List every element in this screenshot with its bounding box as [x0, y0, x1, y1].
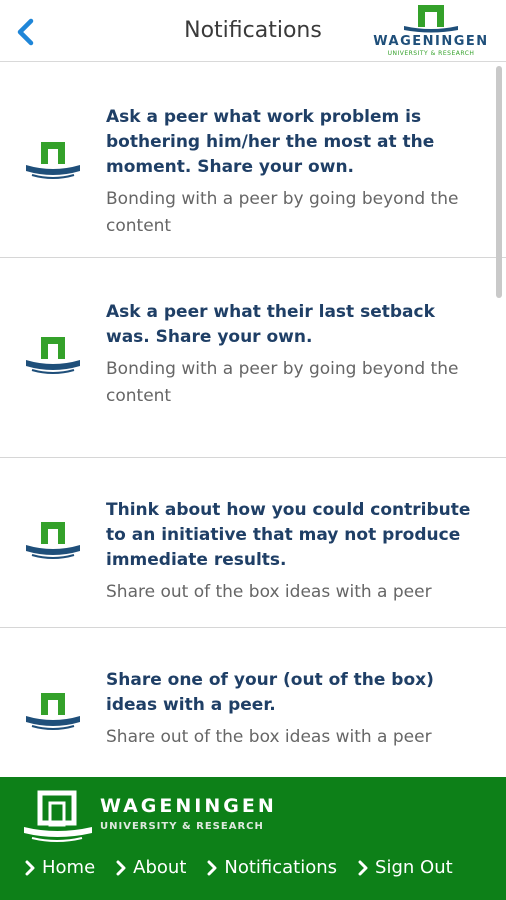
nav-home-label: Home: [42, 857, 96, 878]
nav-sign-out-label: Sign Out: [375, 857, 453, 878]
nav-sign-out-link[interactable]: Sign Out: [357, 857, 453, 878]
nav-notifications-label: Notifications: [224, 857, 338, 878]
notification-subtitle: Bonding with a peer by going beyond the …: [106, 359, 459, 406]
footer-logo-word: WAGENINGEN: [100, 795, 277, 817]
notification-item[interactable]: Think about how you could contribute to …: [0, 458, 506, 628]
notification-title: Ask a peer what their last setback was. …: [106, 302, 435, 347]
nav-about-label: About: [133, 857, 187, 878]
notification-item[interactable]: Share one of your (out of the box) ideas…: [0, 628, 506, 777]
notification-subtitle: Bonding with a peer by going beyond the …: [106, 189, 459, 236]
footer-logo-sub: UNIVERSITY & RESEARCH: [100, 821, 264, 832]
notification-list: Ask a peer what work problem is botherin…: [0, 63, 506, 777]
chevron-right-icon: [116, 860, 126, 875]
notification-item[interactable]: Ask a peer what work problem is botherin…: [0, 63, 506, 258]
footer: WAGENINGEN UNIVERSITY & RESEARCH Home Ab…: [0, 777, 506, 900]
wur-logo-icon: [404, 5, 458, 33]
wur-logo-icon: [26, 522, 80, 559]
nav-about-link[interactable]: About: [115, 857, 186, 878]
notification-title: Share one of your (out of the box) ideas…: [106, 670, 434, 715]
footer-logo: WAGENINGEN UNIVERSITY & RESEARCH: [20, 789, 310, 845]
wur-logo-icon: [26, 142, 80, 179]
wur-logo-icon: [26, 337, 80, 374]
wur-logo-icon: [24, 790, 92, 842]
chevron-right-icon: [25, 860, 35, 875]
header-logo-sub: UNIVERSITY & RESEARCH: [387, 50, 475, 57]
header-logo: WAGENINGEN UNIVERSITY & RESEARCH: [366, 4, 496, 58]
notification-subtitle: Share out of the box ideas with a peer: [106, 727, 432, 747]
header-logo-word: WAGENINGEN: [373, 34, 489, 49]
footer-nav: Home About Notifications Sign Out: [24, 857, 453, 878]
wur-logo-icon: [26, 693, 80, 730]
nav-notifications-link[interactable]: Notifications: [206, 857, 337, 878]
app-header: Notifications WAGENINGEN UNIVERSITY & RE…: [0, 0, 506, 62]
chevron-right-icon: [358, 860, 368, 875]
notification-item[interactable]: Ask a peer what their last setback was. …: [0, 258, 506, 458]
chevron-right-icon: [207, 860, 217, 875]
scrollbar[interactable]: [496, 66, 502, 298]
nav-home-link[interactable]: Home: [24, 857, 95, 878]
notification-subtitle: Share out of the box ideas with a peer: [106, 582, 432, 602]
notification-title: Think about how you could contribute to …: [106, 500, 471, 570]
notification-title: Ask a peer what work problem is botherin…: [106, 107, 435, 177]
